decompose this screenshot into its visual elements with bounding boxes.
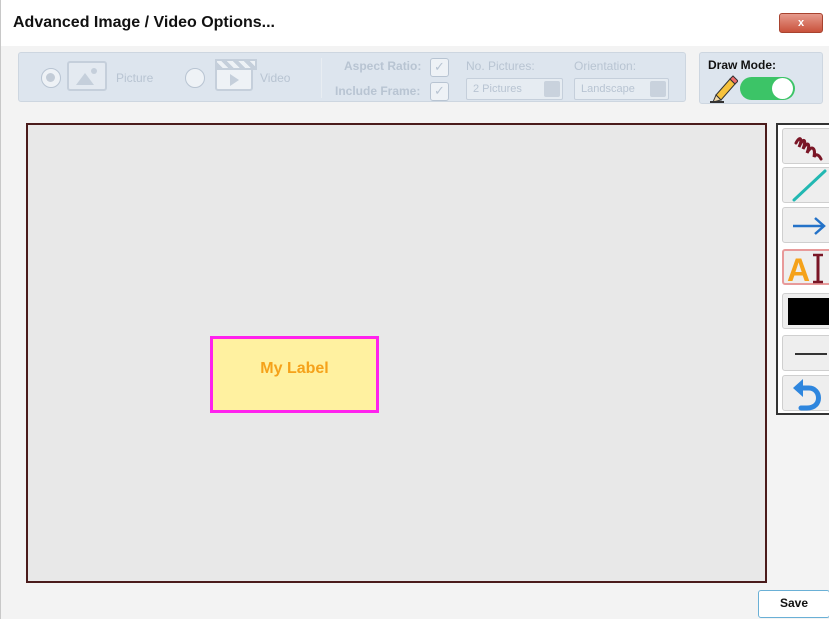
include-frame-checkbox[interactable]: ✓ [430,82,449,101]
undo-tool-button[interactable] [782,375,829,411]
orientation-value: Landscape [581,83,635,95]
chevron-down-icon [650,81,666,97]
line-width-icon [795,353,827,355]
aspect-ratio-label: Aspect Ratio: [344,59,422,73]
canvas-text-label[interactable]: My Label [210,336,379,413]
draw-mode-label: Draw Mode: [708,58,777,72]
picture-label: Picture [116,71,154,85]
window-title: Advanced Image / Video Options... [13,14,275,31]
draw-mode-panel: Draw Mode: [699,52,823,104]
save-button[interactable]: Save [758,590,829,618]
diagonal-line-icon [792,169,827,202]
video-icon [215,59,257,91]
include-frame-label: Include Frame: [335,84,421,98]
chevron-down-icon [544,81,560,97]
scribble-icon [794,137,823,161]
no-pictures-label: No. Pictures: [466,59,535,73]
line-tool-button[interactable] [782,167,829,203]
video-label: Video [260,71,291,85]
freehand-tool-button[interactable] [782,128,829,164]
title-bar: Advanced Image / Video Options... x [1,0,829,46]
text-cursor-icon: A [787,252,823,288]
orientation-select[interactable]: Landscape [574,78,669,100]
orientation-label: Orientation: [574,59,637,73]
color-swatch-icon [788,298,829,325]
pencil-icon [710,75,738,103]
svg-text:A: A [787,252,810,285]
drawing-tools-panel: A [776,123,829,415]
close-button[interactable]: x [779,13,823,33]
picture-radio[interactable] [41,68,61,88]
toggle-knob [772,78,793,99]
no-pictures-value: 2 Pictures [473,83,522,95]
arrow-right-icon [793,217,826,235]
media-options-panel: Picture Video Aspect Ratio: ✓ Include Fr… [18,52,686,102]
no-pictures-select[interactable]: 2 Pictures [466,78,563,100]
video-radio[interactable] [185,68,205,88]
drawing-canvas[interactable]: My Label [26,123,767,583]
text-tool-button[interactable]: A [782,249,829,288]
undo-icon [793,379,821,411]
picture-icon [67,61,107,91]
aspect-ratio-checkbox[interactable]: ✓ [430,58,449,77]
color-tool-button[interactable] [782,293,829,329]
line-width-tool-button[interactable] [782,335,829,371]
draw-mode-toggle[interactable] [740,77,795,100]
options-divider [321,58,322,98]
dialog-window: Advanced Image / Video Options... x Pict… [0,0,829,619]
arrow-tool-button[interactable] [782,207,829,243]
